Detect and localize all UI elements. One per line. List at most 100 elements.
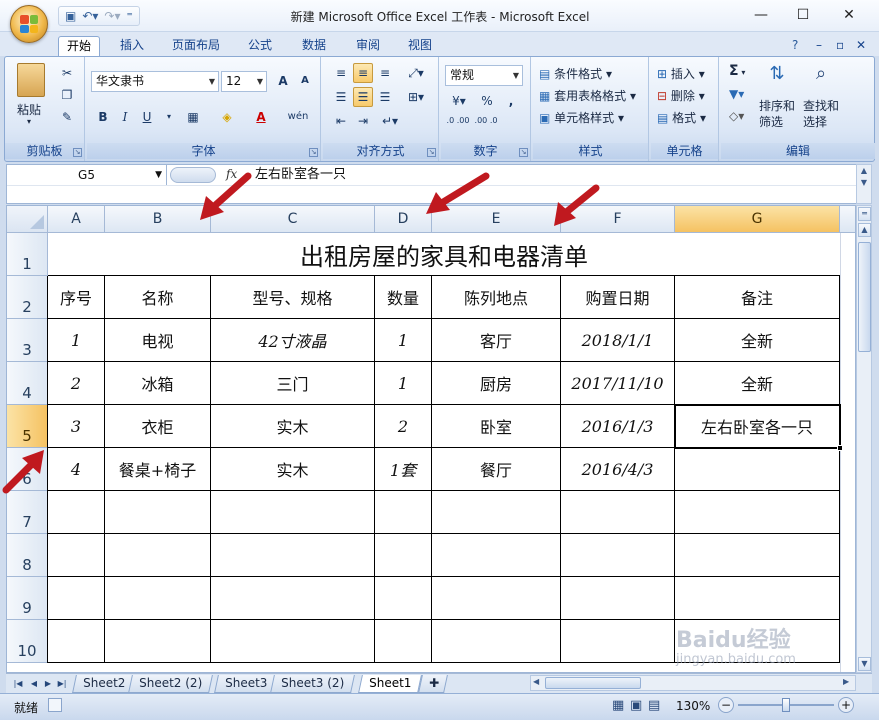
scroll-up-icon[interactable]: ▲ [858,223,871,237]
borders-icon[interactable]: ▦ [183,107,203,127]
text-orientation-icon[interactable]: ⤢▾ [401,63,431,83]
align-right-icon[interactable]: ☰ [375,87,395,107]
redo-icon[interactable]: ↷▾ [104,8,120,24]
tab-home[interactable]: 开始 [58,36,101,56]
row-header-10[interactable]: 10 [7,620,48,663]
cell-location[interactable]: 餐厅 [432,448,561,491]
empty-cell[interactable] [47,620,105,663]
find-select-label-1[interactable]: 查找和 [803,97,839,114]
format-as-table-button[interactable]: ▦ 套用表格格式 ▾ [539,87,636,104]
vertical-scroll-thumb[interactable] [858,242,871,352]
fill-handle[interactable] [837,445,843,451]
office-button[interactable] [10,5,48,43]
sheet-tab-sheet3[interactable]: Sheet3 [214,675,279,693]
cell-model[interactable]: 实木 [211,448,375,491]
increase-indent-icon[interactable]: ⇥ [353,111,373,131]
undo-icon[interactable]: ↶▾ [82,8,98,24]
row-header-9[interactable]: 9 [7,577,48,620]
align-center-icon[interactable]: ☰ [353,87,373,107]
font-name-select[interactable]: 华文隶书 ▼ [91,71,219,92]
cell-name[interactable]: 电视 [105,319,211,362]
empty-cell[interactable] [375,491,432,534]
scroll-right-icon[interactable]: ▶ [843,677,849,686]
horizontal-scrollbar[interactable]: ◀ ▶ [530,675,856,691]
cell-location[interactable]: 厨房 [432,362,561,405]
copy-icon[interactable]: ❐ [57,85,77,105]
zoom-in-button[interactable]: + [838,697,854,713]
scroll-down-icon[interactable]: ▼ [858,657,871,671]
empty-cell[interactable] [211,534,375,577]
align-middle-icon[interactable]: ≡ [353,63,373,83]
empty-cell[interactable] [211,491,375,534]
decrease-indent-icon[interactable]: ⇤ [331,111,351,131]
underline-dropdown-icon[interactable]: ▾ [159,107,179,127]
wrap-text-icon[interactable]: ↵▾ [375,111,405,131]
row-header-3[interactable]: 3 [7,319,48,362]
underline-button[interactable]: U [137,107,157,127]
empty-cell[interactable] [561,577,675,620]
empty-cell[interactable] [375,577,432,620]
grow-font-button[interactable]: A [273,71,293,91]
paste-dropdown-icon[interactable]: ▾ [27,117,31,126]
empty-cell[interactable] [675,577,840,620]
page-layout-view-icon[interactable]: ▣ [630,698,642,713]
font-launcher-icon[interactable]: ↘ [309,148,318,157]
empty-cell[interactable] [47,577,105,620]
empty-cell[interactable] [432,491,561,534]
sort-filter-icon[interactable]: ⇅ [763,63,791,93]
increase-decimal-button[interactable]: .0 .00 [445,115,471,135]
format-cells-button[interactable]: ▤ 格式 ▾ [657,109,706,126]
empty-cell[interactable] [105,534,211,577]
zoom-level[interactable]: 130% [676,699,710,713]
row-header-7[interactable]: 7 [7,491,48,534]
fill-color-icon[interactable]: ◈ [217,107,237,127]
phonetic-button[interactable]: wén [283,107,313,127]
align-bottom-icon[interactable]: ≡ [375,63,395,83]
empty-cell[interactable] [432,577,561,620]
cell-styles-button[interactable]: ▣ 单元格样式 ▾ [539,109,624,126]
empty-cell[interactable] [675,534,840,577]
cell-location[interactable]: 客厅 [432,319,561,362]
cell-date[interactable]: 2018/1/1 [561,319,675,362]
horizontal-scroll-thumb[interactable] [545,677,641,689]
header-cell-model[interactable]: 型号、规格 [211,276,375,319]
header-cell-name[interactable]: 名称 [105,276,211,319]
header-cell-location[interactable]: 陈列地点 [432,276,561,319]
number-format-select[interactable]: 常规 ▼ [445,65,523,86]
align-top-icon[interactable]: ≡ [331,63,351,83]
doc-close-button[interactable]: ✕ [848,36,874,56]
header-cell-note[interactable]: 备注 [675,276,840,319]
italic-button[interactable]: I [115,107,135,127]
empty-cell[interactable] [47,534,105,577]
doc-minimize-button[interactable]: – [808,36,830,56]
empty-cell[interactable] [105,577,211,620]
cell-qty[interactable]: 1套 [375,448,432,491]
clipboard-launcher-icon[interactable]: ↘ [73,148,82,157]
empty-cell[interactable] [211,577,375,620]
row-header-8[interactable]: 8 [7,534,48,577]
empty-cell[interactable] [105,491,211,534]
paste-icon[interactable] [17,63,45,97]
shrink-font-button[interactable]: A [295,71,315,91]
empty-cell[interactable] [47,491,105,534]
cell-model[interactable]: 42寸液晶 [211,319,375,362]
alignment-launcher-icon[interactable]: ↘ [427,148,436,157]
zoom-out-button[interactable]: − [718,697,734,713]
decrease-decimal-button[interactable]: .00 .0 [473,115,499,135]
row-header-1[interactable]: 1 [7,233,48,276]
first-sheet-icon[interactable]: |◀ [12,677,24,691]
header-cell-seq[interactable]: 序号 [47,276,105,319]
bold-button[interactable]: B [93,107,113,127]
font-color-icon[interactable]: A [251,107,271,127]
cut-icon[interactable]: ✂ [57,63,77,83]
fill-icon[interactable]: ▼▾ [729,87,744,101]
next-sheet-icon[interactable]: ▶ [42,677,54,691]
scroll-left-icon[interactable]: ◀ [533,677,539,686]
align-left-icon[interactable]: ☰ [331,87,351,107]
empty-cell[interactable] [432,534,561,577]
find-select-label-2[interactable]: 选择 [803,113,827,130]
cell-date[interactable]: 2016/4/3 [561,448,675,491]
empty-cell[interactable] [561,534,675,577]
cell-location[interactable]: 卧室 [432,405,561,448]
cell-date[interactable]: 2017/11/10 [561,362,675,405]
